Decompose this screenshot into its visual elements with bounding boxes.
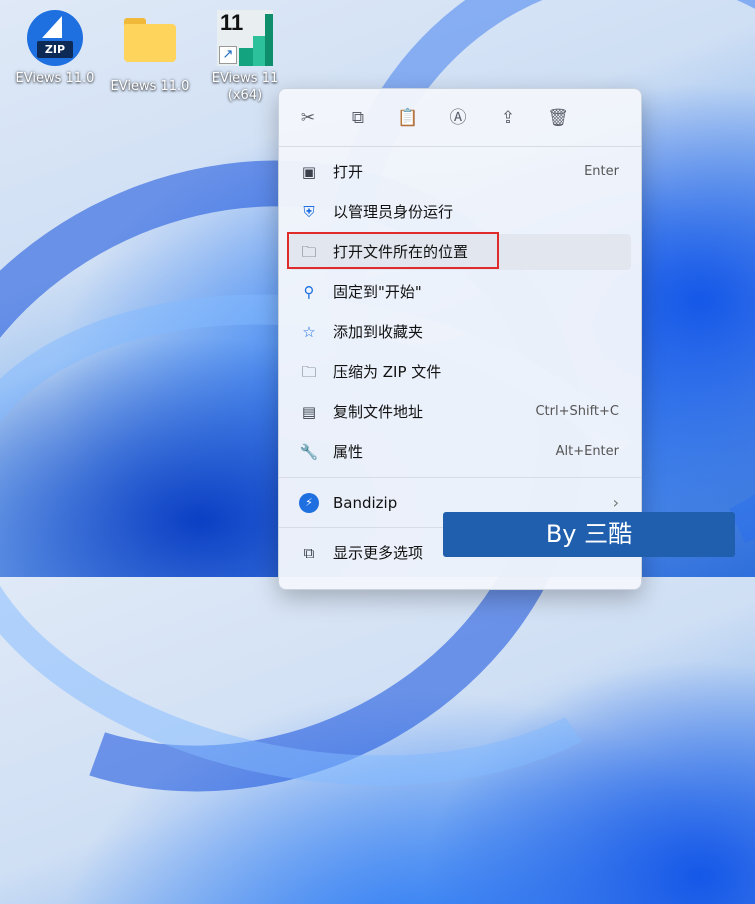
menu-item-shortcut: Enter [584, 164, 619, 179]
menu-item-run-as-admin[interactable]: ⛨ 以管理员身份运行 [289, 194, 631, 230]
menu-item-properties[interactable]: 🔧 属性 Alt+Enter [289, 434, 631, 470]
path-icon: ▤ [301, 403, 317, 421]
desktop-icon-label: EViews 11 (x64) [211, 71, 279, 103]
menu-item-label: 显示更多选项 [333, 544, 424, 562]
watermark-banner: By 三酷 [443, 512, 735, 557]
menu-item-label: 添加到收藏夹 [333, 323, 424, 341]
menu-item-pin-to-start[interactable]: ⚲ 固定到"开始" [289, 274, 631, 310]
desktop-icon-label: EViews 11.0 [110, 79, 190, 94]
wrench-icon: 🔧 [299, 443, 319, 461]
menu-divider [279, 146, 641, 147]
shield-icon: ⛨ [303, 203, 315, 221]
folder-icon [122, 18, 178, 74]
zip-folder-icon: 🗀 [301, 363, 317, 381]
context-menu-toolbar: ✂ ⧉ 📋 Ⓐ ⇪ 🗑 [279, 103, 641, 133]
eviews-app-icon: 11 ↗ [217, 10, 273, 66]
desktop-icon-zip[interactable]: ZIP EViews 11.0 [10, 10, 100, 87]
menu-item-copy-path[interactable]: ▤ 复制文件地址 Ctrl+Shift+C [289, 394, 631, 430]
trash-icon[interactable]: 🗑 [543, 103, 573, 133]
desktop-icon-eviews[interactable]: 11 ↗ EViews 11 (x64) [200, 10, 290, 104]
menu-item-shortcut: Alt+Enter [555, 444, 619, 459]
menu-item-open[interactable]: ▣ 打开 Enter [289, 154, 631, 190]
clipboard-icon[interactable]: 📋 [393, 103, 423, 133]
bandizip-icon: ⚡ [299, 493, 319, 513]
menu-item-label: 打开 [333, 163, 364, 181]
eviews-icon-number: 11 [220, 10, 244, 35]
more-options-icon: ⧉ [303, 544, 315, 562]
chevron-right-icon: › [612, 493, 619, 512]
window-icon: ▣ [301, 163, 317, 181]
menu-item-label: 属性 [333, 443, 364, 461]
scissors-icon[interactable]: ✂ [293, 103, 323, 133]
highlight-box [287, 232, 499, 269]
desktop-icon-folder[interactable]: EViews 11.0 [105, 10, 195, 95]
copy-icon[interactable]: ⧉ [343, 103, 373, 133]
shortcut-arrow-icon: ↗ [219, 46, 237, 64]
menu-item-compress-zip[interactable]: 🗀 压缩为 ZIP 文件 [289, 354, 631, 390]
menu-item-label: 以管理员身份运行 [333, 203, 454, 221]
star-icon: ☆ [302, 323, 316, 341]
menu-divider [279, 477, 641, 478]
menu-item-shortcut: Ctrl+Shift+C [535, 404, 619, 419]
menu-item-label: 固定到"开始" [333, 283, 422, 301]
pin-icon: ⚲ [303, 283, 315, 301]
menu-item-label: Bandizip [333, 494, 398, 512]
desktop-icon-label: EViews 11.0 [15, 71, 95, 86]
bandizip-zip-icon: ZIP [27, 10, 83, 66]
menu-item-label: 压缩为 ZIP 文件 [333, 363, 442, 381]
menu-item-label: 复制文件地址 [333, 403, 424, 421]
rename-icon[interactable]: Ⓐ [443, 103, 473, 133]
share-icon[interactable]: ⇪ [493, 103, 523, 133]
menu-item-add-to-favorites[interactable]: ☆ 添加到收藏夹 [289, 314, 631, 350]
